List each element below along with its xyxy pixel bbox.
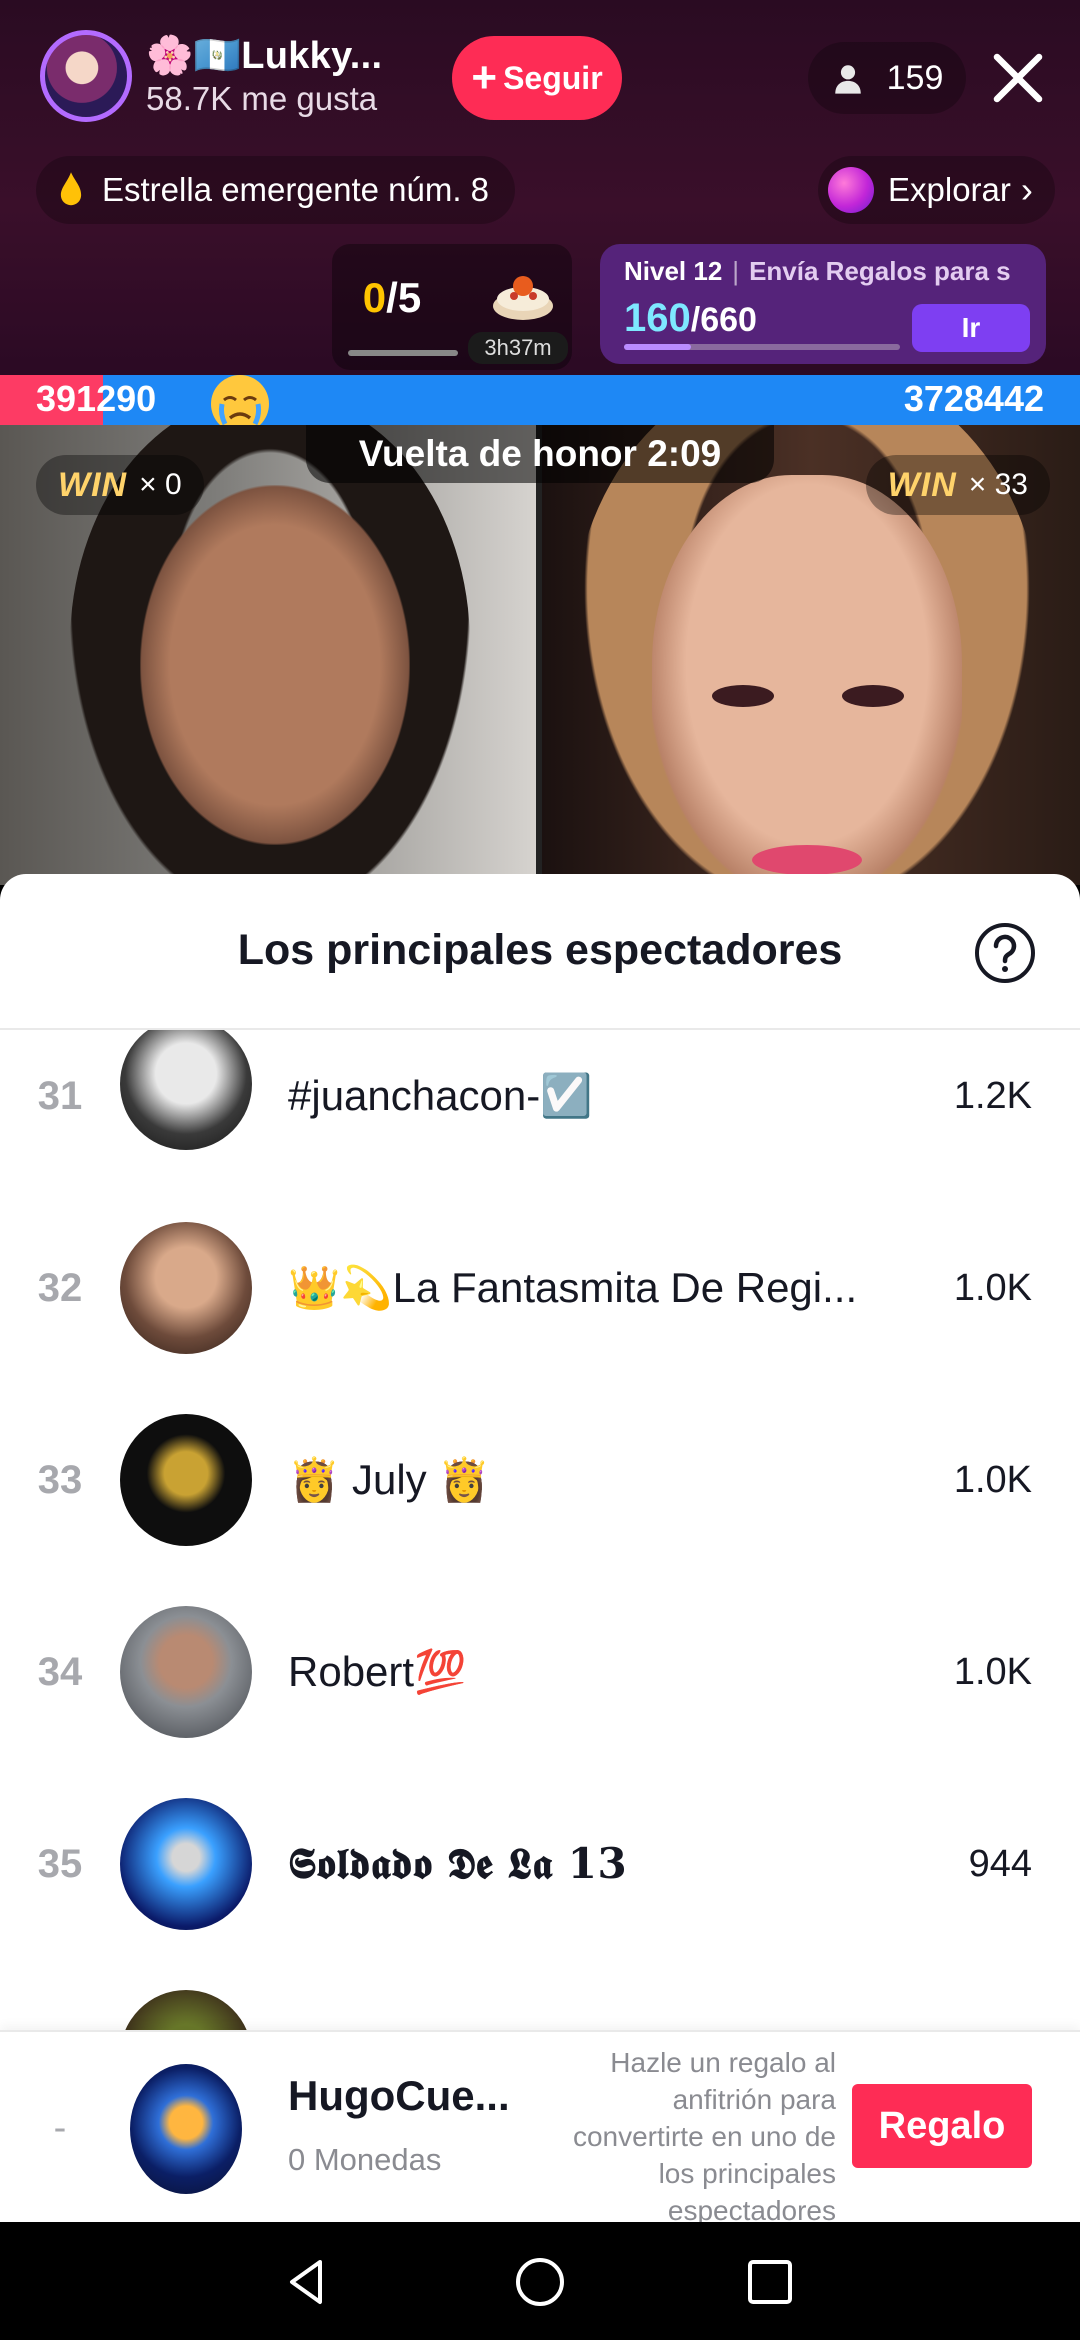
list-item[interactable]: 36 <box>0 1978 1080 2030</box>
goal-total: /5 <box>386 274 422 321</box>
honor-lap-timer: Vuelta de honor 2:09 <box>306 425 774 483</box>
left-win-count: × 0 <box>139 468 182 501</box>
viewer-count: 159 <box>886 58 944 97</box>
person-icon <box>834 65 861 94</box>
recents-icon[interactable] <box>740 2252 800 2312</box>
planet-icon <box>828 167 874 213</box>
viewer-rank: 36 <box>0 1990 120 2030</box>
cake-gift-icon <box>493 276 553 320</box>
help-icon[interactable] <box>974 922 1036 984</box>
level-separator: | <box>732 256 740 286</box>
level-header: Nivel 12 | Envía Regalos para s <box>624 256 1011 287</box>
viewer-score: 1.0K <box>953 1651 1032 1693</box>
flame-icon <box>60 172 82 206</box>
home-icon[interactable] <box>510 2252 570 2312</box>
current-user-rank: - <box>53 2107 67 2149</box>
viewer-score: 1.0K <box>953 1267 1032 1309</box>
current-user-row: - HugoCue... 0 Monedas Hazle un regalo a… <box>0 2030 1080 2222</box>
back-icon[interactable] <box>278 2252 338 2312</box>
level-progress-fill <box>624 344 691 350</box>
live-header: 🌸🇬🇹Lukky... 58.7K me gusta + Seguir 159 … <box>0 0 1080 375</box>
viewer-avatar[interactable] <box>120 1990 252 2030</box>
viewer-avatar[interactable] <box>120 1606 252 1738</box>
viewer-rank: 34 <box>37 1650 83 1694</box>
battle-video-area[interactable]: WIN × 0 WIN × 33 <box>0 425 1080 885</box>
right-host-eye <box>712 685 774 707</box>
list-item[interactable]: 34 Robert💯 1.0K <box>0 1594 1080 1786</box>
gift-goal-widget[interactable]: 0/5 3h37m <box>332 244 572 370</box>
viewer-avatar[interactable] <box>120 1222 252 1354</box>
viewer-name[interactable]: 👸 July 👸 <box>288 1414 491 1546</box>
viewer-rank: 33 <box>37 1458 83 1502</box>
host-avatar[interactable] <box>40 30 132 122</box>
viewer-avatar[interactable] <box>120 1414 252 1546</box>
list-item[interactable]: 32 👑💫La Fantasmita De Regi... 1.0K <box>0 1210 1080 1402</box>
plus-icon: + <box>471 53 498 102</box>
explore-button[interactable]: Explorar › <box>818 156 1055 224</box>
right-host-face <box>652 475 962 885</box>
viewer-name[interactable]: 👑💫La Fantasmita De Regi... <box>288 1222 857 1354</box>
top-viewers-sheet: Los principales espectadores 31 #juancha… <box>0 874 1080 2222</box>
viewer-score: 1.2K <box>953 1075 1032 1117</box>
gift-hint-text: Hazle un regalo al anfitrión para conver… <box>572 2047 836 2222</box>
follow-button[interactable]: + Seguir <box>452 36 622 120</box>
viewer-name[interactable]: 𝕾𝖔𝖑𝖉𝖆𝖉𝖔 𝕯𝖊 𝕷𝖆 13 <box>288 1798 627 1930</box>
right-win-count: × 33 <box>968 468 1028 501</box>
chevron-right-icon: › <box>1020 169 1033 210</box>
level-label: Nivel 12 <box>624 256 723 286</box>
explore-label: Explorar <box>888 171 1011 208</box>
battle-score-bar: 391290 3728442 <box>0 375 1080 425</box>
viewer-avatar[interactable] <box>120 1798 252 1930</box>
host-info: 🌸🇬🇹Lukky... 58.7K me gusta <box>146 34 382 118</box>
goal-progress-bar <box>348 350 458 356</box>
gift-button[interactable]: Regalo <box>852 2084 1032 2168</box>
goal-count: 0/5 <box>332 274 452 322</box>
right-win-badge: WIN × 33 <box>865 455 1050 515</box>
level-send-text: Envía Regalos para s <box>749 256 1011 286</box>
rising-star-badge[interactable]: Estrella emergente núm. 8 <box>36 156 516 224</box>
close-icon[interactable] <box>990 50 1046 106</box>
viewer-rank: 31 <box>37 1074 83 1118</box>
current-user-name: HugoCue... <box>288 2072 510 2119</box>
level-progress-bar <box>624 344 900 350</box>
follow-label: Seguir <box>503 59 603 96</box>
right-host-eye <box>842 685 904 707</box>
goal-current: 0 <box>362 274 387 321</box>
viewer-count-pill[interactable]: 159 <box>808 42 966 114</box>
host-likes: 58.7K me gusta <box>146 80 378 117</box>
battle-left-score: 391290 <box>36 378 157 419</box>
level-progress-value: 160/660 <box>624 296 757 341</box>
viewer-score: 1.0K <box>953 1459 1032 1501</box>
viewer-name[interactable]: Robert💯 <box>288 1606 466 1738</box>
rising-star-label: Estrella emergente núm. 8 <box>102 171 490 208</box>
right-host-lips <box>752 845 862 875</box>
level-widget[interactable]: Nivel 12 | Envía Regalos para s 160/660 Ir <box>600 244 1046 364</box>
left-win-word: WIN <box>58 465 128 504</box>
right-win-word: WIN <box>887 465 957 504</box>
level-total: /660 <box>690 301 757 339</box>
list-item[interactable]: 33 👸 July 👸 1.0K <box>0 1402 1080 1594</box>
viewer-avatar[interactable] <box>120 1030 252 1150</box>
viewer-score: 944 <box>968 1843 1032 1885</box>
level-go-button[interactable]: Ir <box>912 304 1030 352</box>
host-name[interactable]: 🌸🇬🇹Lukky... <box>146 34 382 78</box>
left-host-face <box>140 485 410 845</box>
current-user-avatar[interactable] <box>130 2064 242 2194</box>
list-item[interactable]: 31 #juanchacon-☑️ 1.2K <box>0 1030 1080 1222</box>
level-current: 160 <box>624 296 691 340</box>
top-viewers-list[interactable]: 31 #juanchacon-☑️ 1.2K 32 👑💫La Fantasmit… <box>0 1030 1080 2030</box>
current-user-coins: 0 Monedas <box>288 2142 442 2177</box>
viewer-name[interactable]: #juanchacon-☑️ <box>288 1030 592 1162</box>
left-win-badge: WIN × 0 <box>36 455 204 515</box>
sheet-header: Los principales espectadores <box>0 874 1080 1030</box>
system-nav-bar <box>0 2222 1080 2340</box>
viewer-rank: 35 <box>37 1842 83 1886</box>
host-profile[interactable]: 🌸🇬🇹Lukky... 58.7K me gusta <box>40 30 382 122</box>
goal-timer: 3h37m <box>468 332 568 364</box>
viewer-rank: 32 <box>37 1266 83 1310</box>
battle-right-score: 3728442 <box>903 378 1044 419</box>
list-item[interactable]: 35 𝕾𝖔𝖑𝖉𝖆𝖉𝖔 𝕯𝖊 𝕷𝖆 13 944 <box>0 1786 1080 1978</box>
sheet-title: Los principales espectadores <box>237 926 843 974</box>
